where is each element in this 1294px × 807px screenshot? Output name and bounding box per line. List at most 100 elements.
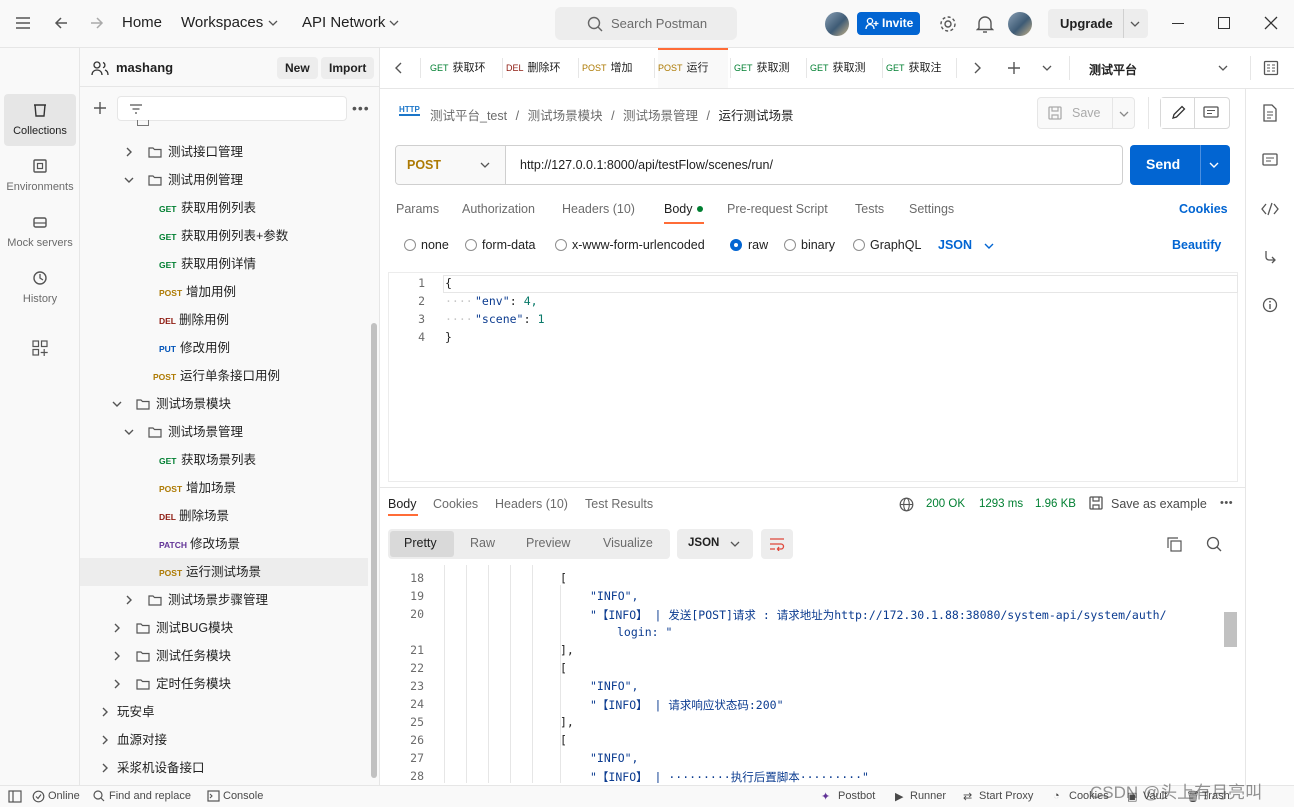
globe-icon[interactable] [899, 497, 914, 512]
request-item[interactable]: GET 获取用例列表 [80, 194, 368, 222]
view-raw[interactable]: Raw [470, 536, 495, 550]
find-and-replace[interactable]: Find and replace [109, 790, 191, 802]
chevron-left-icon[interactable] [395, 62, 403, 74]
invite-button[interactable]: Invite [857, 12, 920, 35]
method-select[interactable]: POST [396, 146, 506, 184]
save-as-example-button[interactable]: Save as example [1111, 497, 1207, 511]
copy-icon[interactable] [1167, 537, 1182, 552]
new-tab-plus-icon[interactable] [1007, 61, 1021, 75]
tree-folder[interactable]: 采浆机设备接口 [80, 754, 368, 782]
tab-headers[interactable]: Headers (10) [562, 202, 635, 216]
breadcrumb-item[interactable]: 测试场景模块 [528, 109, 603, 123]
request-item[interactable]: GET 获取场景列表 [80, 446, 368, 474]
request-item[interactable]: DEL 删除用例 [80, 306, 368, 334]
tab-body[interactable]: Body [664, 202, 693, 216]
chevron-right-icon[interactable] [973, 62, 981, 74]
radio-graphql[interactable] [853, 239, 865, 251]
environment-quick-look-icon[interactable] [1263, 60, 1279, 76]
online-status[interactable]: Online [48, 790, 80, 802]
chevron-right-icon[interactable] [112, 623, 122, 633]
resp-tab-test-results[interactable]: Test Results [585, 497, 653, 511]
request-item[interactable]: PUT 修改用例 [80, 334, 368, 362]
start-proxy-button[interactable]: Start Proxy [979, 790, 1033, 802]
body-language-select[interactable]: JSON [938, 238, 972, 252]
rail-environments[interactable]: Environments [4, 150, 76, 202]
beautify-link[interactable]: Beautify [1172, 238, 1221, 252]
api-network-menu[interactable]: API Network [302, 14, 385, 31]
wrap-lines-button[interactable] [761, 529, 793, 559]
view-pretty[interactable]: Pretty [404, 536, 437, 550]
request-tab[interactable]: GET 获取注 [886, 48, 956, 88]
tree-folder[interactable]: 测试任务模块 [80, 642, 368, 670]
view-visualize[interactable]: Visualize [603, 536, 653, 550]
tabs-dropdown-icon[interactable] [1042, 64, 1052, 72]
tree-folder[interactable]: 测试用例管理 [80, 166, 368, 194]
radio-binary[interactable] [784, 239, 796, 251]
comments-icon[interactable] [1262, 153, 1278, 169]
postbot-button[interactable]: Postbot [838, 790, 875, 802]
info-icon[interactable] [1262, 297, 1278, 313]
request-tab[interactable]: POST 运行 [658, 48, 728, 88]
resp-tab-cookies[interactable]: Cookies [433, 497, 478, 511]
chevron-right-icon[interactable] [112, 679, 122, 689]
chevron-down-icon[interactable] [984, 242, 994, 250]
filter-input[interactable] [117, 96, 347, 121]
request-tab[interactable]: GET 获取测 [810, 48, 880, 88]
tree-folder[interactable]: 测试场景步骤管理 [80, 586, 368, 614]
request-item[interactable]: POST 增加用例 [80, 278, 368, 306]
notification-bell-icon[interactable] [976, 14, 994, 34]
tree-folder[interactable]: 测试BUG模块 [80, 614, 368, 642]
minimize-icon[interactable] [1172, 23, 1184, 24]
send-button[interactable]: Send [1130, 145, 1230, 185]
new-button[interactable]: New [277, 57, 318, 79]
chevron-right-icon[interactable] [100, 707, 110, 717]
breadcrumb-item[interactable]: 测试平台_test [430, 109, 507, 123]
request-item[interactable]: GET 获取用例列表+参数 [80, 222, 368, 250]
radio-urlencoded[interactable] [555, 239, 567, 251]
url-input[interactable]: http://127.0.0.1:8000/api/testFlow/scene… [520, 158, 773, 172]
import-button[interactable]: Import [321, 57, 375, 79]
cookies-link[interactable]: Cookies [1179, 202, 1228, 216]
request-item[interactable]: PATCH 修改场景 [80, 530, 368, 558]
runner-button[interactable]: Runner [910, 790, 946, 802]
back-arrow-icon[interactable] [53, 15, 69, 31]
request-item[interactable]: POST 运行测试场景 [80, 558, 368, 586]
upgrade-button[interactable]: Upgrade [1048, 9, 1148, 38]
response-body-viewer[interactable]: 18 [19 "INFO", 20 "【INFO】 | 发送[POST]请求 : 请求地… [388, 565, 1238, 783]
console-button[interactable]: Console [223, 790, 263, 802]
related-collections-icon[interactable] [1263, 250, 1277, 266]
chevron-down-icon[interactable] [1218, 64, 1228, 72]
tree-folder[interactable]: 测试接口管理 [80, 138, 368, 166]
chevron-right-icon[interactable] [100, 735, 110, 745]
comments-icon[interactable] [1203, 106, 1219, 120]
menu-icon[interactable] [14, 15, 32, 31]
layout-toggle-icon[interactable] [8, 790, 22, 803]
radio-form-data[interactable] [465, 239, 477, 251]
add-icon[interactable] [93, 101, 107, 115]
chevron-down-icon[interactable] [1209, 161, 1219, 169]
sidebar-scrollbar[interactable] [371, 323, 377, 778]
request-tab[interactable]: GET 获取测 [734, 48, 804, 88]
rail-mock-servers[interactable]: Mock servers [4, 206, 76, 258]
code-snippet-icon[interactable] [1261, 202, 1279, 216]
breadcrumb-item[interactable]: 测试场景管理 [623, 109, 698, 123]
tree-folder[interactable]: 玩安卓 [80, 698, 368, 726]
chevron-down-icon[interactable] [124, 427, 134, 437]
search-icon[interactable] [1206, 536, 1222, 552]
edit-pencil-icon[interactable] [1161, 98, 1195, 128]
avatar[interactable] [825, 12, 849, 36]
tab-params[interactable]: Params [396, 202, 439, 216]
response-size[interactable]: 1.96 KB [1035, 498, 1076, 510]
request-tab[interactable]: DEL 删除环 [506, 48, 576, 88]
chevron-down-icon[interactable] [1130, 20, 1140, 28]
radio-raw[interactable] [730, 239, 742, 251]
tab-tests[interactable]: Tests [855, 202, 884, 216]
user-avatar[interactable] [1008, 12, 1032, 36]
forward-arrow-icon[interactable] [89, 15, 105, 31]
tree-folder[interactable]: 定时任务模块 [80, 670, 368, 698]
response-time[interactable]: 1293 ms [979, 498, 1023, 510]
request-item[interactable]: POST 运行单条接口用例 [80, 362, 368, 390]
request-tab[interactable]: GET 获取环 [430, 48, 500, 88]
rail-collections[interactable]: Collections [4, 94, 76, 146]
response-scrollbar[interactable] [1224, 612, 1237, 647]
